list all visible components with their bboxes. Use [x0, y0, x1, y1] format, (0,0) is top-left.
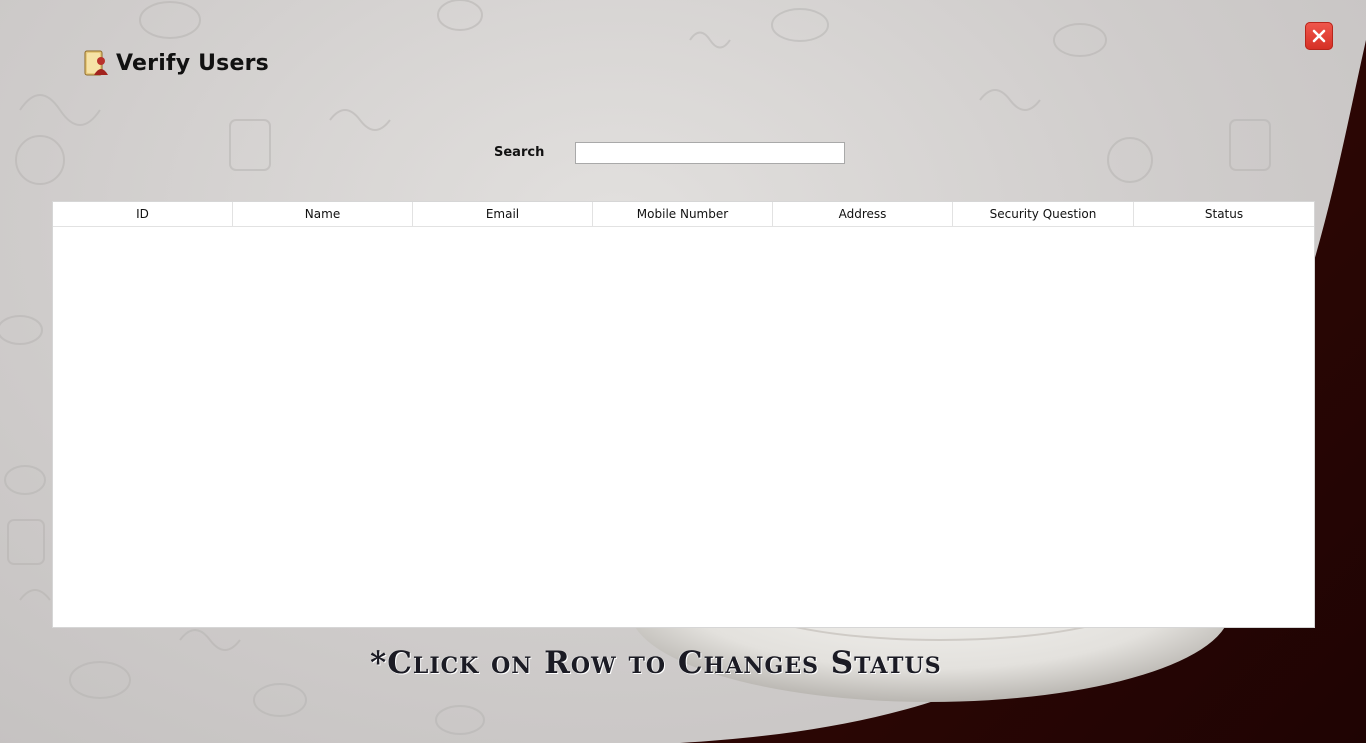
users-table[interactable]: ID Name Email Mobile Number Address Secu…	[53, 202, 1314, 627]
column-header-address[interactable]: Address	[773, 202, 953, 226]
column-header-status[interactable]: Status	[1134, 202, 1314, 226]
column-header-id[interactable]: ID	[53, 202, 233, 226]
table-body[interactable]	[53, 227, 1314, 627]
title-bar: Verify Users	[82, 48, 269, 78]
instruction-hint: *Click on Row to Changes Status	[370, 645, 942, 681]
user-folder-icon	[84, 50, 108, 76]
column-header-name[interactable]: Name	[233, 202, 413, 226]
close-icon	[1312, 29, 1326, 43]
column-header-email[interactable]: Email	[413, 202, 593, 226]
close-button[interactable]	[1305, 22, 1333, 50]
verify-users-window: Verify Users Search ID Name Email Mobile…	[0, 0, 1366, 743]
page-title: Verify Users	[116, 50, 269, 76]
table-header: ID Name Email Mobile Number Address Secu…	[53, 202, 1314, 227]
column-header-security-question[interactable]: Security Question	[953, 202, 1134, 226]
search-input[interactable]	[575, 142, 845, 164]
search-label: Search	[494, 145, 545, 160]
column-header-mobile-number[interactable]: Mobile Number	[593, 202, 773, 226]
